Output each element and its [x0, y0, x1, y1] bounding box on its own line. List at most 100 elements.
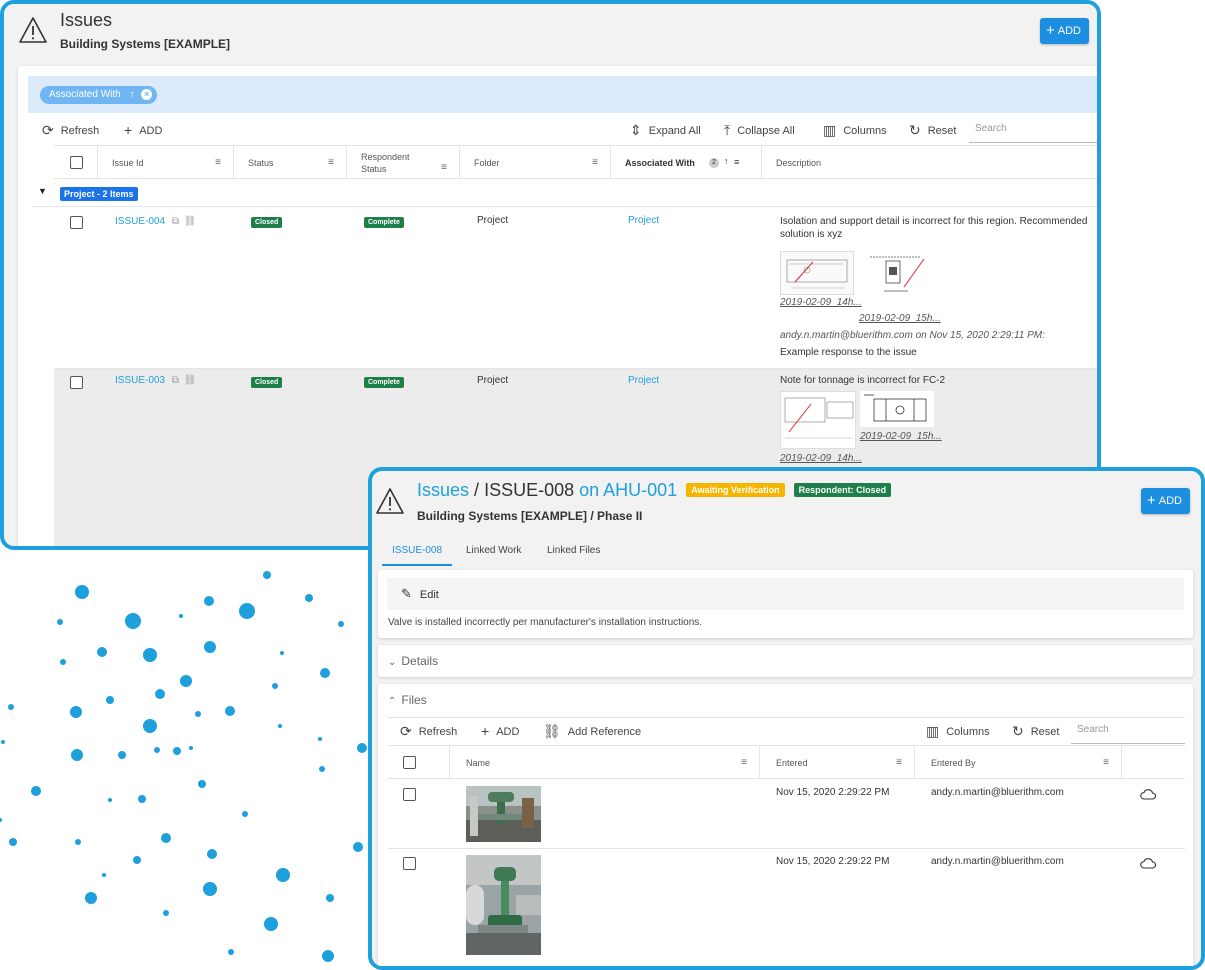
associated-with-link[interactable]: Project — [628, 215, 659, 226]
issue-description: Valve is installed incorrectly per manuf… — [388, 617, 703, 628]
decorative-dot — [161, 833, 171, 843]
refresh-icon: ⟳ — [400, 723, 412, 739]
select-all-checkbox[interactable] — [70, 156, 83, 169]
reset-button[interactable]: ↻ Reset — [909, 117, 956, 143]
file-caption-2[interactable]: 2019-02-09_15h... — [859, 313, 941, 324]
files-toolbar: ⟳ Refresh + ADD ⛓ Add Reference ▥ Columns ↻ R… — [388, 717, 1185, 744]
tab-issue[interactable]: ISSUE-008 — [382, 538, 453, 566]
files-header[interactable]: ⌃ Files — [388, 693, 427, 707]
open-external-icon[interactable]: ⧉ — [172, 216, 179, 227]
col-description[interactable]: Description — [762, 146, 1097, 179]
row-checkbox[interactable] — [70, 376, 83, 389]
group-row[interactable]: ▼ Project - 2 Items — [32, 179, 1097, 207]
issue-id-link[interactable]: ISSUE-003 — [115, 375, 165, 386]
select-all-checkbox[interactable] — [403, 756, 416, 769]
filter-icon[interactable]: ≡ — [741, 757, 747, 768]
drawing-thumbnail[interactable] — [780, 251, 854, 295]
description-card: ✎ Edit Valve is installed incorrectly per… — [378, 570, 1193, 638]
group-chip-associated-with[interactable]: Associated With ↑ × — [40, 86, 158, 104]
decorative-dot — [204, 596, 214, 606]
col-folder[interactable]: Folder ≡ — [460, 146, 611, 179]
tab-linked-work[interactable]: Linked Work — [456, 538, 531, 566]
row-checkbox[interactable] — [70, 216, 83, 229]
decorative-dot — [31, 786, 41, 796]
edit-button[interactable]: ✎ Edit — [387, 578, 1184, 610]
col-issue-id[interactable]: Issue Id ≡ — [98, 146, 234, 179]
columns-button[interactable]: ▥ Columns — [823, 117, 887, 143]
col-respondent-status[interactable]: Respondent Status ≡ — [347, 146, 460, 179]
file-caption-1[interactable]: 2019-02-09_14h... — [780, 297, 862, 308]
grid-add-button[interactable]: + ADD — [124, 117, 162, 143]
decorative-dot — [179, 614, 183, 618]
associated-with-link[interactable]: Project — [628, 375, 659, 386]
associated-asset-link[interactable]: on AHU-001 — [579, 480, 677, 500]
collapse-all-button[interactable]: ⤒ Collapse All — [724, 117, 795, 143]
decorative-dot — [278, 724, 282, 728]
filter-icon[interactable]: ≡ — [328, 157, 334, 168]
open-external-icon[interactable]: ⧉ — [172, 375, 179, 386]
decorative-dot — [75, 585, 89, 599]
issue-id-link[interactable]: ISSUE-004 — [115, 216, 165, 227]
columns-button[interactable]: ▥ Columns — [926, 718, 990, 744]
add-reference-icon: ⛓ — [543, 723, 561, 739]
add-button[interactable]: + ADD — [1040, 18, 1089, 44]
decorative-dot — [203, 882, 217, 896]
issue-id-cell: ISSUE-003 ⧉ ⛓ — [115, 375, 196, 386]
table-row[interactable]: ISSUE-004 ⧉ ⛓ Closed Complete Project Pr… — [54, 207, 1097, 369]
tab-linked-files[interactable]: Linked Files — [537, 538, 610, 566]
expand-group-icon[interactable]: ▼ — [38, 186, 47, 196]
decorative-dot — [57, 619, 63, 625]
add-button[interactable]: + ADD — [1141, 488, 1190, 514]
row-checkbox-cell — [403, 788, 416, 804]
col-entered[interactable]: Entered ≡ — [760, 746, 915, 779]
col-name[interactable]: Name ≡ — [450, 746, 760, 779]
col-entered-by[interactable]: Entered By ≡ — [915, 746, 1122, 779]
filter-icon[interactable]: ≡ — [1103, 757, 1109, 768]
refresh-label: Refresh — [418, 726, 458, 738]
filter-icon[interactable]: ≡ — [441, 162, 447, 173]
file-thumbnail-image[interactable] — [466, 855, 541, 955]
details-header[interactable]: ⌄ Details — [388, 654, 438, 668]
drawing-thumbnail[interactable] — [780, 391, 856, 449]
reset-button[interactable]: ↻ Reset — [1012, 718, 1059, 744]
drawing-thumbnail[interactable] — [860, 391, 934, 427]
filter-icon[interactable]: ≡ — [896, 757, 902, 768]
filter-icon[interactable]: ≡ — [592, 157, 598, 168]
refresh-button[interactable]: ⟳ Refresh — [400, 718, 457, 744]
row-checkbox[interactable] — [403, 788, 416, 801]
drawing-thumbnail[interactable] — [860, 251, 928, 303]
col-status[interactable]: Status ≡ — [234, 146, 347, 179]
decorative-dot — [263, 571, 271, 579]
filter-icon[interactable]: ≡ — [215, 157, 221, 168]
col-associated-with[interactable]: Associated With 2 ↑ ≡ — [611, 146, 762, 179]
decorative-dot — [280, 651, 284, 655]
file-caption-1[interactable]: 2019-02-09_15h... — [860, 431, 942, 442]
row-checkbox[interactable] — [403, 857, 416, 870]
page-title: Issues — [60, 10, 113, 30]
sort-up-icon[interactable]: ↑ — [724, 156, 729, 166]
breadcrumb-issues-link[interactable]: Issues — [417, 480, 469, 500]
cloud-icon[interactable] — [1140, 788, 1156, 803]
details-section[interactable]: ⌄ Details — [378, 645, 1193, 677]
cloud-icon[interactable] — [1140, 857, 1156, 872]
table-row[interactable]: Nov 15, 2020 2:29:22 PM andy.n.martin@bl… — [388, 849, 1185, 964]
file-caption-2[interactable]: 2019-02-09_14h... — [780, 453, 862, 464]
files-search-input[interactable]: Search — [1071, 718, 1185, 744]
col-entered-by-label: Entered By — [931, 757, 976, 768]
decorative-dot — [70, 706, 82, 718]
link-icon[interactable]: ⛓ — [184, 216, 197, 227]
files-add-button[interactable]: + ADD — [481, 718, 519, 744]
table-row[interactable]: Nov 15, 2020 2:29:22 PM andy.n.martin@bl… — [388, 780, 1185, 849]
expand-all-button[interactable]: ⇕ Expand All — [630, 117, 701, 143]
search-input[interactable]: Search — [969, 117, 1097, 143]
issues-header: Issues Building Systems [EXAMPLE] + ADD — [4, 4, 1097, 66]
filter-icon[interactable]: ≡ — [734, 157, 739, 167]
link-icon[interactable]: ⛓ — [184, 375, 197, 386]
file-thumbnail-image[interactable] — [466, 786, 541, 842]
add-reference-button[interactable]: ⛓ Add Reference — [543, 718, 641, 744]
close-circle-icon[interactable]: × — [141, 89, 153, 100]
chevron-up-icon: ⌃ — [388, 696, 397, 707]
entered-cell: Nov 15, 2020 2:29:22 PM — [776, 856, 890, 867]
refresh-button[interactable]: ⟳ Refresh — [42, 117, 99, 143]
description-line-2: solution is xyz — [780, 229, 843, 240]
